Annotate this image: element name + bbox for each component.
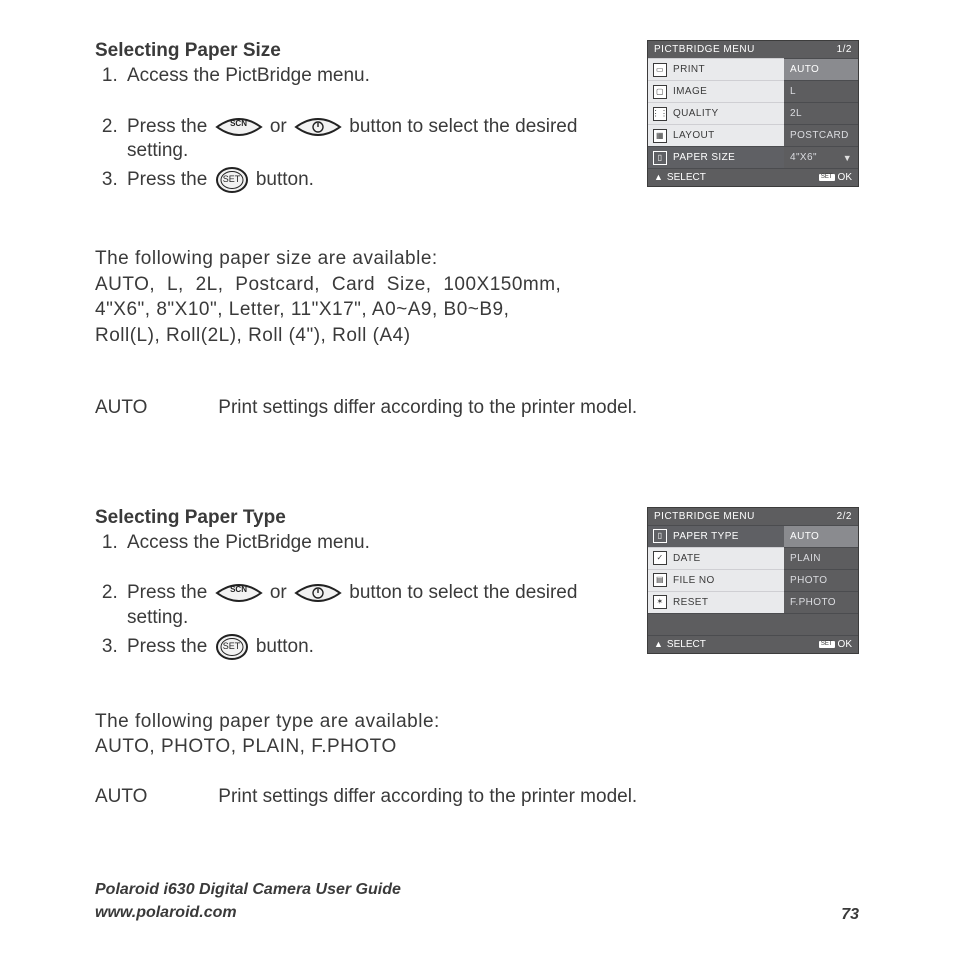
menu2-title: PICTBRIDGE MENU: [654, 511, 755, 522]
steps-paper-type: Access the PictBridge menu. Press the SC…: [95, 531, 643, 661]
menu1-row-image: ▢IMAGE: [648, 80, 784, 102]
step3b-text-a: Press the: [127, 636, 207, 657]
paper-size-line1: AUTO, L, 2L, Postcard, Card Size, 100X15…: [95, 272, 859, 298]
step2b-text-a: Press the: [127, 582, 207, 603]
set-pill-icon-2: SET: [819, 641, 835, 648]
menu1-val-2l: 2L: [784, 102, 858, 124]
menu1-header: PICTBRIDGE MENU 1/2: [648, 41, 858, 58]
menu2-select: SELECT: [667, 639, 706, 650]
paper-type-lead: The following paper type are available:: [95, 709, 859, 735]
menu2-val-photo: PHOTO: [784, 569, 858, 591]
layout-icon: ▦: [653, 129, 667, 143]
set-pill-icon: SET: [819, 174, 835, 181]
step3-text-a: Press the: [127, 169, 207, 190]
set-button-icon-2: SET: [215, 633, 249, 661]
section-paper-size: Selecting Paper Size Access the PictBrid…: [95, 40, 859, 419]
menu2-val-fphoto: F.PHOTO: [784, 591, 858, 613]
auto-note-paper-type: AUTO Print settings differ according to …: [95, 786, 859, 808]
menu2-row-reset: ✶RESET: [648, 591, 784, 613]
step-1b: Access the PictBridge menu.: [123, 531, 643, 556]
paper-type-icon: ▯: [653, 529, 667, 543]
menu1-title: PICTBRIDGE MENU: [654, 44, 755, 55]
menu2-val-empty: [784, 613, 858, 635]
paper-size-line3: Roll(L), Roll(2L), Roll (4"), Roll (A4): [95, 323, 859, 349]
step2b-or: or: [270, 582, 287, 603]
paper-size-list: The following paper size are available: …: [95, 246, 859, 349]
scroll-down-icon: ▼: [843, 153, 852, 163]
scn-label: SCN: [215, 119, 263, 129]
section-paper-type: Selecting Paper Type Access the PictBrid…: [95, 507, 859, 808]
footer-url: www.polaroid.com: [95, 902, 401, 924]
auto-text-2: Print settings differ according to the p…: [218, 786, 637, 807]
select-arrows-icon: ▲: [654, 173, 663, 182]
auto-text: Print settings differ according to the p…: [218, 397, 637, 418]
menu1-val-auto: AUTO: [784, 58, 858, 80]
pictbridge-menu-2: PICTBRIDGE MENU 2/2 ▯PAPER TYPE ✓DATE ▤F…: [647, 507, 859, 654]
steps-paper-size: Access the PictBridge menu. Press the SC…: [95, 64, 643, 194]
menu2-page: 2/2: [837, 511, 852, 522]
file-no-icon: ▤: [653, 573, 667, 587]
page-footer: Polaroid i630 Digital Camera User Guide …: [95, 879, 859, 924]
step-2b: Press the SCN or button to select the de…: [123, 581, 643, 630]
menu1-val-postcard: POSTCARD: [784, 124, 858, 146]
date-icon: ✓: [653, 551, 667, 565]
image-icon: ▢: [653, 85, 667, 99]
scn-button-icon-2: SCN: [215, 581, 263, 605]
scn-label-2: SCN: [215, 585, 263, 595]
menu2-row-date: ✓DATE: [648, 547, 784, 569]
auto-note-paper-size: AUTO Print settings differ according to …: [95, 397, 859, 419]
auto-label: AUTO: [95, 397, 213, 419]
set-label: SET: [215, 174, 249, 186]
menu2-row-file-no: ▤FILE NO: [648, 569, 784, 591]
menu2-ok: OK: [838, 639, 852, 650]
paper-size-line2: 4"X6", 8"X10", Letter, 11"X17", A0~A9, B…: [95, 297, 859, 323]
menu2-val-plain: PLAIN: [784, 547, 858, 569]
menu2-header: PICTBRIDGE MENU 2/2: [648, 508, 858, 525]
menu1-row-paper-size: ▯PAPER SIZE: [648, 146, 784, 168]
step-2: Press the SCN or button to select the de…: [123, 115, 643, 164]
step-1: Access the PictBridge menu.: [123, 64, 643, 89]
menu2-val-auto: AUTO: [784, 525, 858, 547]
timer-button-icon: [294, 115, 342, 139]
menu1-ok: OK: [838, 172, 852, 183]
menu1-val-4x6: 4"X6"▼: [784, 146, 858, 168]
step3-text-b: button.: [256, 169, 314, 190]
menu2-footer: ▲ SELECT SETOK: [648, 635, 858, 653]
menu1-row-layout: ▦LAYOUT: [648, 124, 784, 146]
menu1-row-quality: ⋮⋮QUALITY: [648, 102, 784, 124]
set-button-icon: SET: [215, 166, 249, 194]
set-label-2: SET: [215, 641, 249, 653]
timer-button-icon-2: [294, 581, 342, 605]
select-arrows-icon-2: ▲: [654, 640, 663, 649]
menu2-row-empty: [648, 613, 784, 635]
menu1-row-print: ▭PRINT: [648, 58, 784, 80]
menu1-footer: ▲ SELECT SETOK: [648, 168, 858, 186]
step3b-text-b: button.: [256, 636, 314, 657]
menu2-row-paper-type: ▯PAPER TYPE: [648, 525, 784, 547]
reset-icon: ✶: [653, 595, 667, 609]
scn-button-icon: SCN: [215, 115, 263, 139]
paper-type-list: The following paper type are available: …: [95, 709, 859, 760]
print-icon: ▭: [653, 63, 667, 77]
step-3b: Press the SET button.: [123, 633, 643, 661]
auto-label-2: AUTO: [95, 786, 213, 808]
step2-or: or: [270, 116, 287, 137]
menu1-val-l: L: [784, 80, 858, 102]
paper-size-icon: ▯: [653, 151, 667, 165]
quality-icon: ⋮⋮: [653, 107, 667, 121]
manual-page: Selecting Paper Size Access the PictBrid…: [0, 0, 954, 954]
paper-size-lead: The following paper size are available:: [95, 246, 859, 272]
footer-title: Polaroid i630 Digital Camera User Guide: [95, 879, 401, 901]
step-3: Press the SET button.: [123, 166, 643, 194]
step2-text-a: Press the: [127, 116, 207, 137]
paper-type-line1: AUTO, PHOTO, PLAIN, F.PHOTO: [95, 734, 859, 760]
menu1-select: SELECT: [667, 172, 706, 183]
menu1-page: 1/2: [837, 44, 852, 55]
page-number: 73: [841, 906, 859, 924]
pictbridge-menu-1: PICTBRIDGE MENU 1/2 ▭PRINT ▢IMAGE ⋮⋮QUAL…: [647, 40, 859, 187]
